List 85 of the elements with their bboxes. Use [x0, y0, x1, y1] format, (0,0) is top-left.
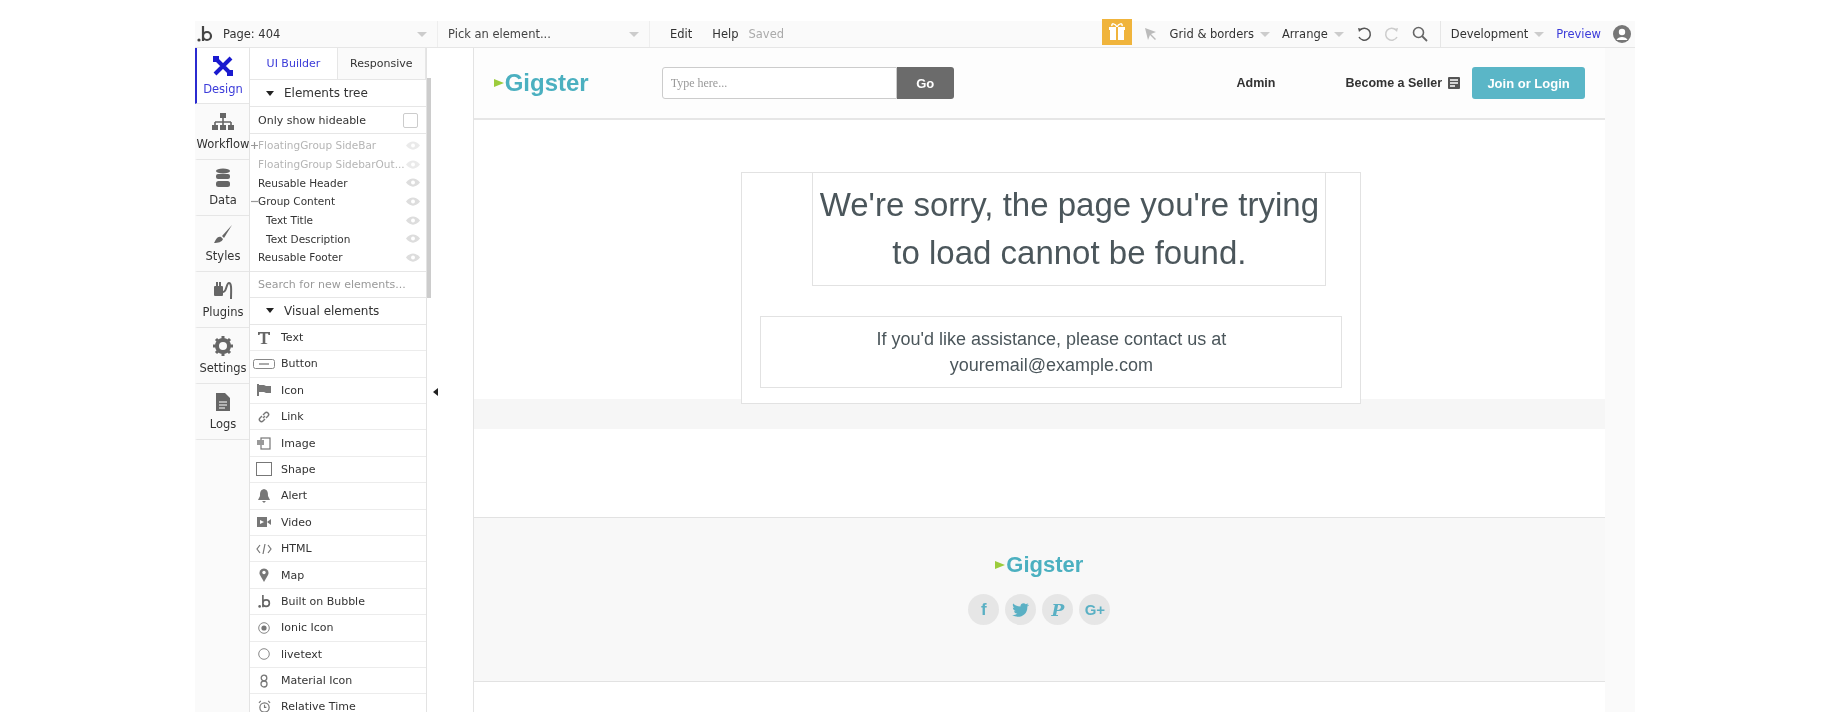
eye-icon[interactable] — [405, 215, 420, 225]
menu-item[interactable]: Help — [712, 27, 739, 41]
error-title: We're sorry, the page you're trying to load cannot be found. — [818, 185, 1320, 273]
sitemap-icon — [212, 112, 234, 132]
plus-icon[interactable] — [251, 142, 258, 149]
sidebar-tab[interactable]: Design — [195, 48, 249, 104]
search-icon[interactable] — [1411, 26, 1428, 42]
letter-t-icon — [257, 330, 271, 345]
sidebar-tab[interactable]: Logs — [195, 384, 249, 440]
document-icon — [215, 392, 231, 412]
element-list-item[interactable]: Image — [250, 430, 426, 457]
eye-icon[interactable] — [405, 178, 420, 188]
sidebar-tab[interactable]: Styles — [195, 216, 249, 272]
undo-icon[interactable] — [1355, 26, 1372, 42]
search-field[interactable]: Type here... — [661, 67, 897, 99]
element-list-item[interactable]: Map — [250, 562, 426, 589]
save-status: Saved — [748, 27, 785, 41]
collapse-arrow-icon[interactable] — [432, 388, 438, 396]
plug-icon — [213, 280, 233, 300]
page-dropdown[interactable]: Page: 404 — [219, 21, 438, 47]
bubble-logo-icon — [197, 25, 213, 43]
radio-icon — [258, 621, 270, 634]
pointer-icon[interactable] — [1143, 27, 1158, 41]
element-list-item[interactable]: Ionic Icon — [250, 615, 426, 642]
list-icon — [1448, 77, 1461, 89]
code-icon — [256, 543, 272, 554]
checkbox[interactable] — [402, 112, 418, 128]
element-list-item[interactable]: Text — [250, 324, 426, 352]
eye-icon[interactable] — [405, 252, 420, 262]
element-list-item[interactable]: Built on Bubble — [250, 588, 426, 616]
tree-item[interactable]: Group Content — [258, 195, 406, 208]
panel-tab[interactable]: Responsive — [337, 48, 426, 79]
element-list-item[interactable]: Button — [250, 351, 426, 378]
section-header[interactable]: Elements tree — [250, 80, 426, 107]
sidebar-tab[interactable]: Data — [195, 160, 249, 216]
bell-icon — [258, 488, 270, 503]
element-list-item[interactable]: HTML — [250, 535, 426, 563]
tools-icon — [212, 55, 234, 77]
element-list-item[interactable]: Link — [250, 404, 426, 431]
video-camera-icon — [257, 517, 271, 528]
nav-link[interactable]: Admin — [1236, 76, 1276, 90]
go-button[interactable]: Go — [896, 67, 954, 99]
preview-link[interactable]: Preview — [1556, 27, 1601, 41]
sidebar-tab[interactable]: Workflow — [195, 104, 249, 160]
error-description: If you'd like assistance, please contact us at youremail@example.com — [875, 328, 1228, 377]
section-header[interactable]: Visual elements — [250, 297, 426, 325]
bubble-logo-icon — [257, 593, 271, 609]
tree-item[interactable]: Reusable Header — [258, 176, 406, 189]
checkbox-label: Only show hideable — [258, 113, 366, 127]
toolbar-dropdown[interactable]: Grid & borders — [1169, 27, 1270, 41]
element-list-item[interactable]: Material Icon — [250, 667, 426, 695]
toolbar-dropdown[interactable]: Arrange — [1281, 27, 1344, 41]
element-list-item[interactable]: Alert — [250, 483, 426, 510]
element-list-item[interactable]: Icon — [250, 377, 426, 404]
tree-item[interactable]: Text Description — [266, 232, 406, 245]
bird-icon — [1012, 602, 1030, 617]
environment-dropdown[interactable]: Development — [1439, 21, 1545, 47]
sidebar-tab[interactable]: Settings — [195, 328, 249, 384]
circle-icon — [258, 648, 270, 661]
material-icon — [259, 673, 269, 688]
image-icon — [257, 436, 271, 450]
eye-icon[interactable] — [405, 196, 420, 206]
element-list-item[interactable]: livetext — [250, 641, 426, 668]
eye-icon[interactable] — [405, 234, 420, 244]
element-picker-dropdown[interactable]: Pick an element... — [438, 21, 650, 47]
gear-icon — [213, 336, 233, 356]
twitter-button[interactable] — [1005, 594, 1037, 625]
button-icon — [253, 358, 275, 369]
alarm-clock-icon — [257, 700, 271, 712]
database-icon — [215, 168, 231, 188]
map-pin-icon — [259, 568, 269, 582]
tree-item[interactable]: Text Title — [266, 214, 406, 227]
element-list-item[interactable]: Video — [250, 509, 426, 536]
nav-link[interactable]: Become a Seller — [1345, 76, 1443, 90]
flag-icon — [257, 384, 271, 397]
link-icon — [257, 409, 271, 424]
element-list-item[interactable]: Relative Time — [250, 694, 426, 712]
element-list-item[interactable]: Shape — [250, 456, 426, 484]
rectangle-icon — [256, 462, 272, 477]
sidebar-tab[interactable]: Plugins — [195, 272, 249, 328]
redo-icon[interactable] — [1383, 26, 1400, 42]
gift-icon[interactable] — [1101, 19, 1132, 45]
menu-item[interactable]: Edit — [670, 27, 693, 41]
tree-item[interactable]: Reusable Footer — [258, 251, 406, 264]
user-avatar-icon[interactable] — [1613, 25, 1631, 43]
